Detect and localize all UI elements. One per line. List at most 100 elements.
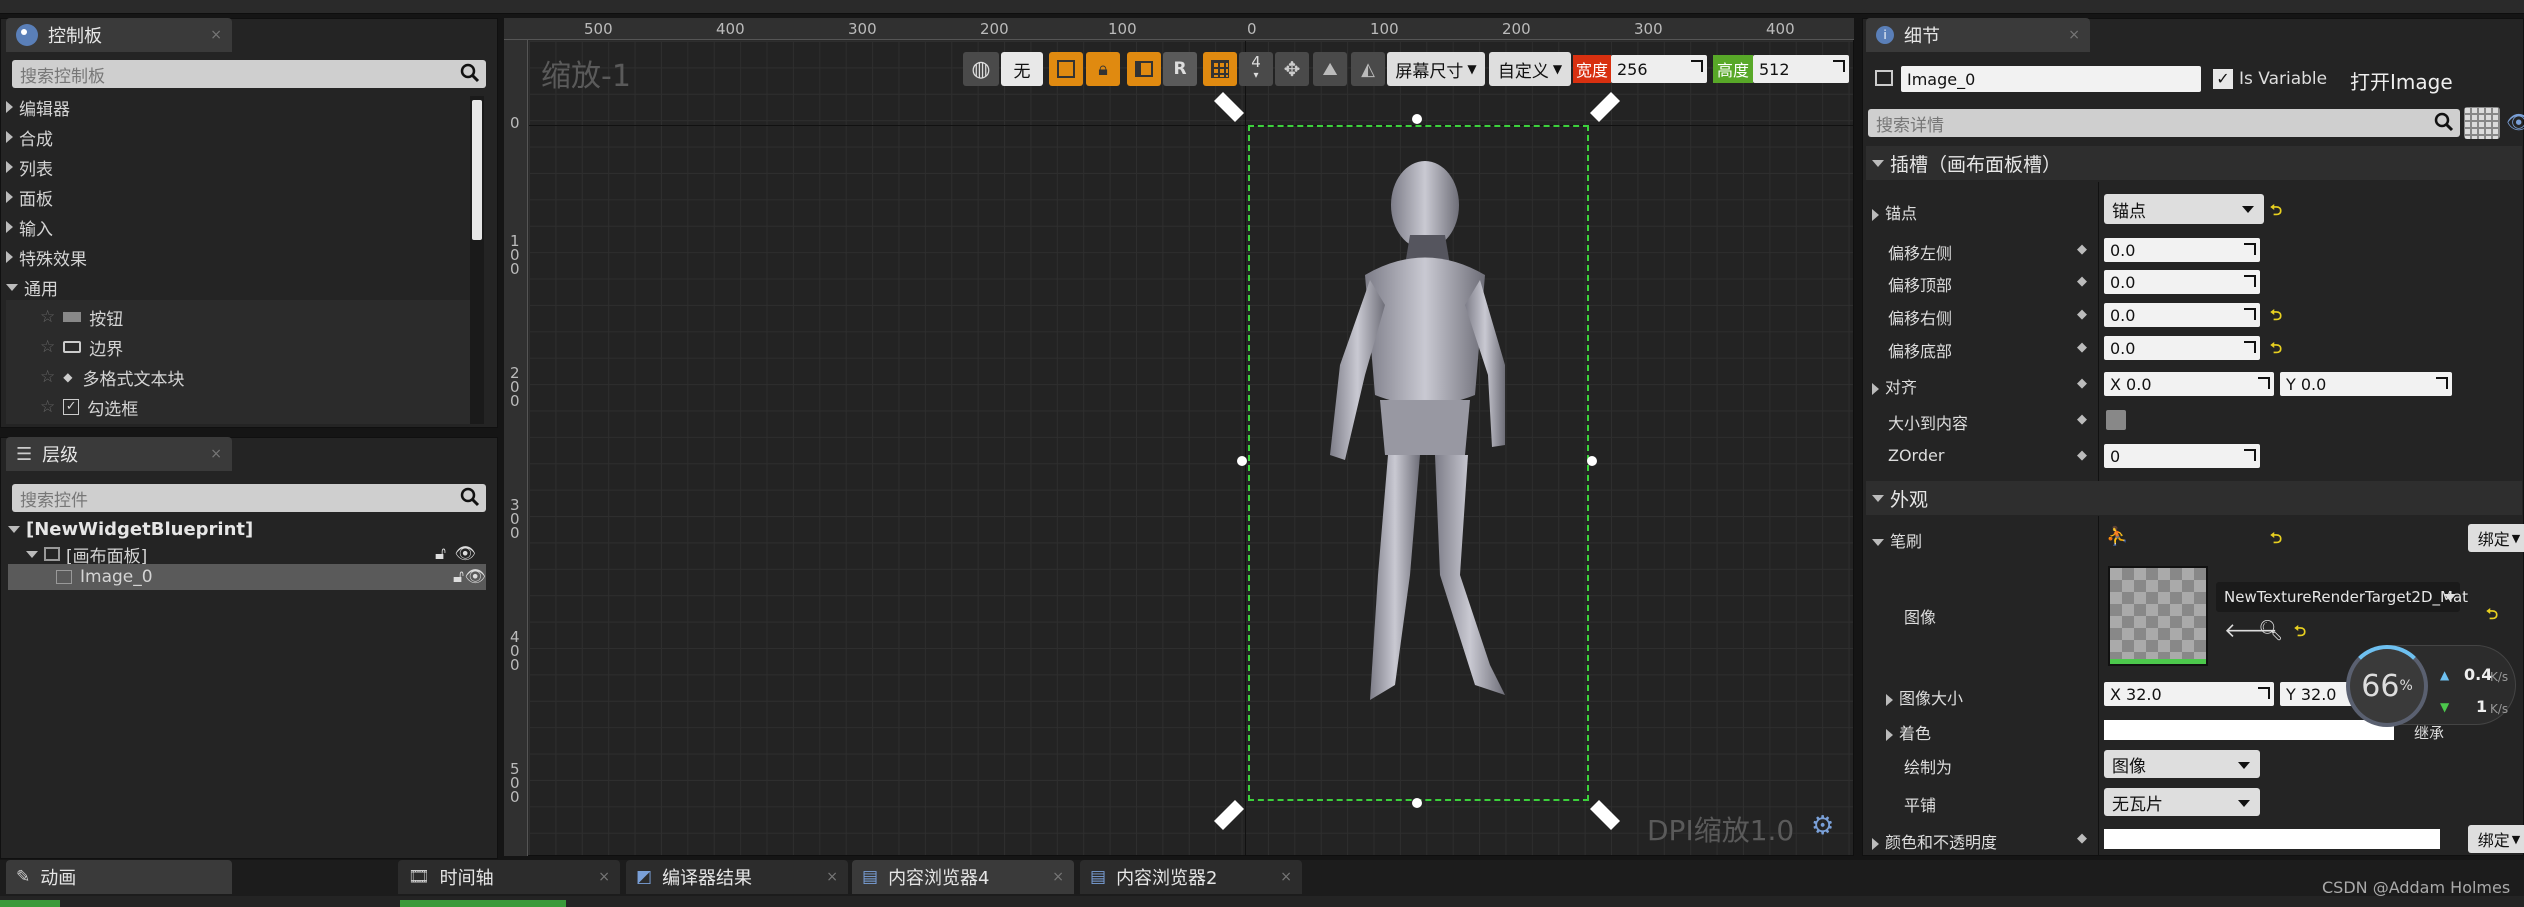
globe-button[interactable]: ◍ bbox=[963, 52, 999, 86]
image-preview-button[interactable]: ⛰ bbox=[1313, 52, 1347, 86]
color-opacity-row[interactable]: 颜色和不透明度 bbox=[1872, 829, 1997, 853]
binding-pin-icon[interactable]: ◆ bbox=[2077, 307, 2089, 322]
alignment-x-input[interactable]: X 0.0 bbox=[2104, 372, 2274, 396]
respect-locks-button[interactable]: R bbox=[1163, 52, 1197, 86]
widget-name-input[interactable]: Image_0 bbox=[1901, 66, 2201, 92]
color-opacity-swatch[interactable] bbox=[2104, 829, 2440, 849]
hierarchy-search-input[interactable]: 搜索控件 bbox=[12, 484, 486, 512]
category-composite[interactable]: 合成 bbox=[6, 122, 53, 152]
eye-icon[interactable]: 👁︎ bbox=[2506, 110, 2524, 134]
tab-content-browser-2[interactable]: ▤ 内容浏览器2 × bbox=[1080, 860, 1302, 894]
offset-bottom-input[interactable]: 0.0 bbox=[2104, 336, 2260, 360]
binding-pin-icon[interactable]: ◆ bbox=[2077, 831, 2089, 846]
bind-dropdown[interactable]: 绑定 ▼ bbox=[2468, 825, 2524, 853]
fill-mode-dropdown[interactable]: 自定义 ▼ bbox=[1489, 52, 1571, 86]
reset-arrow-icon[interactable]: ⮌ bbox=[2486, 604, 2498, 629]
width-input[interactable]: 256 bbox=[1611, 55, 1707, 83]
tiling-dropdown[interactable]: 无瓦片 bbox=[2104, 788, 2260, 816]
category-list[interactable]: 列表 bbox=[6, 152, 53, 182]
scrollbar-thumb[interactable] bbox=[472, 100, 482, 240]
localization-none-button[interactable]: 无 bbox=[1001, 52, 1043, 86]
tint-row[interactable]: 着色 bbox=[1886, 720, 1931, 744]
close-icon[interactable]: × bbox=[210, 27, 222, 43]
binding-pin-icon[interactable]: ◆ bbox=[2077, 412, 2089, 427]
close-icon[interactable]: × bbox=[598, 869, 610, 885]
gear-icon[interactable]: ⚙ bbox=[1811, 811, 1834, 841]
image-size-x-input[interactable]: X 32.0 bbox=[2104, 682, 2274, 706]
reset-arrow-icon[interactable]: ⮌ bbox=[2270, 338, 2282, 363]
alignment-y-input[interactable]: Y 0.0 bbox=[2280, 372, 2452, 396]
slot-section-header[interactable]: 插槽（画布面板槽） bbox=[1866, 146, 2522, 180]
tab-compiler-results[interactable]: ◩ 编译器结果 × bbox=[626, 860, 848, 894]
reset-arrow-icon[interactable]: ⮌ bbox=[2270, 305, 2282, 330]
offset-right-input[interactable]: 0.0 bbox=[2104, 303, 2260, 327]
height-input[interactable]: 512 bbox=[1753, 55, 1849, 83]
grid-snap-button[interactable] bbox=[1203, 52, 1237, 86]
triangle-button[interactable]: ◭ bbox=[1351, 52, 1385, 86]
resize-handle[interactable] bbox=[1412, 798, 1422, 808]
outline-toggle-button[interactable] bbox=[1049, 52, 1083, 86]
zorder-input[interactable]: 0 bbox=[2104, 444, 2260, 468]
close-icon[interactable]: × bbox=[210, 446, 222, 462]
eye-icon[interactable]: 👁︎ bbox=[454, 544, 476, 564]
close-icon[interactable]: × bbox=[2068, 27, 2080, 43]
transform-button[interactable]: ✥ bbox=[1275, 52, 1309, 86]
tint-color-swatch[interactable] bbox=[2104, 720, 2394, 740]
tab-palette[interactable]: 控制板 × bbox=[6, 18, 232, 52]
tab-timeline[interactable]: 🎞︎ 时间轴 × bbox=[398, 860, 620, 894]
texture-thumbnail[interactable] bbox=[2108, 566, 2208, 666]
palette-item-button[interactable]: ☆ 按钮 bbox=[40, 302, 123, 332]
category-common[interactable]: 通用 bbox=[6, 272, 58, 302]
design-canvas[interactable]: 缩放-1 DPI缩放1.0 ⚙ bbox=[529, 41, 1853, 855]
tab-content-browser-4[interactable]: ▤ 内容浏览器4 × bbox=[852, 860, 1074, 894]
resize-handle[interactable] bbox=[1412, 114, 1422, 124]
close-icon[interactable]: × bbox=[1052, 869, 1064, 885]
appearance-section-header[interactable]: 外观 bbox=[1866, 481, 2522, 515]
lock-icon[interactable]: 🔓︎ bbox=[435, 544, 446, 564]
grid-size-dropdown[interactable]: 4 ▾ bbox=[1239, 52, 1273, 86]
screen-size-dropdown[interactable]: 屏幕尺寸 ▼ bbox=[1387, 52, 1485, 86]
browse-search-icon[interactable]: 🔍︎ bbox=[2258, 618, 2283, 642]
palette-scrollbar[interactable] bbox=[470, 96, 484, 424]
tab-hierarchy[interactable]: ☰ 层级 × bbox=[6, 437, 232, 471]
anchors-row[interactable]: 锚点 bbox=[1872, 200, 1917, 224]
binding-pin-icon[interactable]: ◆ bbox=[2077, 242, 2089, 257]
eye-icon[interactable]: 👁︎ bbox=[464, 567, 486, 587]
palette-item-rich-text[interactable]: ☆ ◆ 多格式文本块 bbox=[40, 362, 184, 392]
resize-handle[interactable] bbox=[1237, 456, 1247, 466]
binding-pin-icon[interactable]: ◆ bbox=[2077, 376, 2089, 391]
tab-details[interactable]: i 细节 × bbox=[1866, 18, 2090, 52]
reset-arrow-icon[interactable]: ⮌ bbox=[2270, 528, 2282, 553]
layout-toggle-button[interactable] bbox=[1127, 52, 1161, 86]
close-icon[interactable]: × bbox=[1280, 869, 1292, 885]
lock-icon[interactable]: 🔓︎ bbox=[453, 567, 464, 587]
palette-item-checkbox[interactable]: ☆ ✓ 勾选框 bbox=[40, 392, 138, 422]
offset-left-input[interactable]: 0.0 bbox=[2104, 238, 2260, 262]
anchors-dropdown[interactable]: 锚点 bbox=[2104, 194, 2264, 224]
alignment-row[interactable]: 对齐 bbox=[1872, 374, 1917, 398]
hierarchy-image-0[interactable]: Image_0 🔓︎ 👁︎ bbox=[8, 564, 486, 590]
category-input[interactable]: 输入 bbox=[6, 212, 53, 242]
texture-asset-dropdown[interactable]: NewTextureRenderTarget2D_Mat bbox=[2216, 582, 2468, 612]
category-special-effects[interactable]: 特殊效果 bbox=[6, 242, 87, 272]
category-editor[interactable]: 编辑器 bbox=[6, 92, 70, 122]
lock-toggle-button[interactable]: 🔒︎ bbox=[1086, 52, 1120, 86]
resize-handle[interactable] bbox=[1587, 456, 1597, 466]
binding-pin-icon[interactable]: ◆ bbox=[2077, 448, 2089, 463]
bind-dropdown[interactable]: 绑定 ▼ bbox=[2468, 524, 2524, 552]
is-variable-checkbox[interactable]: ✓ bbox=[2213, 69, 2233, 89]
reset-arrow-icon[interactable]: ⮌ bbox=[2294, 621, 2306, 646]
close-icon[interactable]: × bbox=[826, 869, 838, 885]
binding-pin-icon[interactable]: ◆ bbox=[2077, 274, 2089, 289]
palette-item-border[interactable]: ☆ 边界 bbox=[40, 332, 123, 362]
palette-search-input[interactable]: 搜索控制板 bbox=[12, 60, 486, 88]
brush-row[interactable]: 笔刷 bbox=[1872, 528, 1922, 552]
binding-pin-icon[interactable]: ◆ bbox=[2077, 340, 2089, 355]
draw-as-dropdown[interactable]: 图像 bbox=[2104, 750, 2260, 778]
reset-arrow-icon[interactable]: ⮌ bbox=[2270, 200, 2282, 225]
size-to-content-checkbox[interactable] bbox=[2106, 410, 2126, 430]
category-panel[interactable]: 面板 bbox=[6, 182, 53, 212]
open-image-link[interactable]: 打开Image bbox=[2350, 66, 2453, 95]
details-search-input[interactable]: 搜索详情 bbox=[1868, 109, 2460, 137]
tab-animation[interactable]: ✎ 动画 bbox=[6, 860, 232, 894]
